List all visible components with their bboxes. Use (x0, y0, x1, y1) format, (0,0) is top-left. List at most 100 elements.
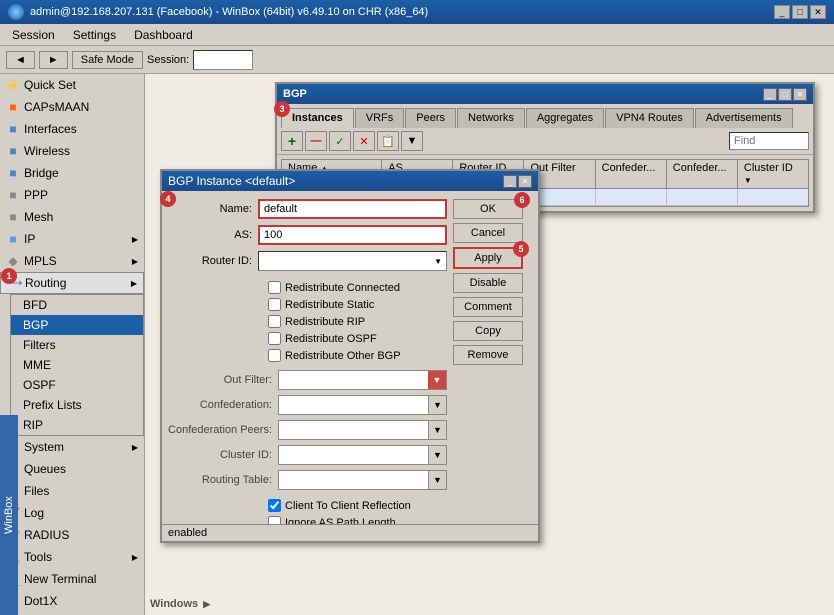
cancel-button[interactable]: ✕ (353, 131, 375, 151)
tab-vpn4-routes[interactable]: VPN4 Routes (605, 108, 694, 128)
submenu-filters[interactable]: Filters (11, 335, 143, 355)
checkboxes-section: Redistribute Connected Redistribute Stat… (168, 277, 447, 370)
disable-button[interactable]: Disable (453, 273, 523, 293)
sidebar-item-tools[interactable]: 🔧 Tools ▶ (0, 546, 144, 568)
sidebar-item-interfaces[interactable]: ■ Interfaces (0, 118, 144, 140)
tab-instances[interactable]: Instances 3 (281, 108, 354, 128)
add-button[interactable]: + (281, 131, 303, 151)
as-label: AS: (168, 229, 258, 241)
back-button[interactable]: ◄ (6, 51, 35, 69)
submenu-ospf[interactable]: OSPF (11, 375, 143, 395)
filter-button[interactable]: ▼ (401, 131, 423, 151)
sidebar-label-dot1x: Dot1X (24, 594, 57, 608)
confederation-label: Confederation: (168, 399, 278, 411)
menu-session[interactable]: Session (4, 26, 63, 44)
check-button[interactable]: ✓ (329, 131, 351, 151)
sidebar-item-mpls[interactable]: ◆ MPLS ▶ (0, 250, 144, 272)
sidebar-item-quick-set[interactable]: ⚡ Quick Set (0, 74, 144, 96)
close-button[interactable]: ✕ (810, 5, 826, 19)
tab-vrfs[interactable]: VRFs (355, 108, 405, 128)
sidebar-item-mesh[interactable]: ■ Mesh (0, 206, 144, 228)
out-filter-field: ▼ (278, 370, 447, 390)
as-input[interactable] (258, 225, 447, 245)
dialog-titlebar: BGP Instance <default> _ ✕ (162, 171, 538, 191)
copy-button[interactable]: 📋 (377, 131, 399, 151)
sidebar-label-tools: Tools (24, 550, 52, 564)
redist-connected-checkbox[interactable] (268, 281, 281, 294)
redist-rip-checkbox[interactable] (268, 315, 281, 328)
tab-aggregates[interactable]: Aggregates (526, 108, 604, 128)
sidebar-item-queues[interactable]: ■ Queues (0, 458, 144, 480)
comment-button[interactable]: Comment (453, 297, 523, 317)
capsman-icon: ■ (6, 100, 20, 114)
submenu-bfd[interactable]: BFD (11, 295, 143, 315)
submenu-bgp[interactable]: BGP (11, 315, 143, 335)
col-confed2[interactable]: Confeder... (667, 160, 738, 188)
apply-button[interactable]: Apply 5 (453, 247, 523, 269)
sidebar-item-dot1x[interactable]: ■ Dot1X (0, 590, 144, 612)
routing-submenu: BFD BGP Filters MME OSPF Prefix Lists RI… (10, 294, 144, 436)
routing-table-dropdown[interactable]: ▼ (428, 471, 446, 489)
sidebar-label-ip: IP (24, 232, 35, 246)
router-id-select[interactable]: ▼ (258, 251, 447, 271)
tab-peers[interactable]: Peers (405, 108, 456, 128)
out-filter-dropdown[interactable]: ▼ (428, 371, 446, 389)
remove-button[interactable]: — (305, 131, 327, 151)
sidebar-item-files[interactable]: 📁 Files (0, 480, 144, 502)
sidebar-item-bridge[interactable]: ■ Bridge (0, 162, 144, 184)
bgp-close-button[interactable]: ✕ (793, 88, 807, 101)
ok-button[interactable]: OK 6 (453, 199, 523, 219)
submenu-prefix-lists[interactable]: Prefix Lists (11, 395, 143, 415)
cancel-button[interactable]: Cancel (453, 223, 523, 243)
col-confed1[interactable]: Confeder... (596, 160, 667, 188)
name-input[interactable] (258, 199, 447, 219)
name-badge: 4 (160, 191, 176, 207)
confederation-dropdown[interactable]: ▼ (428, 396, 446, 414)
safe-mode-button[interactable]: Safe Mode (72, 51, 143, 69)
cluster-id-dropdown[interactable]: ▼ (428, 446, 446, 464)
menu-dashboard[interactable]: Dashboard (126, 26, 201, 44)
redist-static-checkbox[interactable] (268, 298, 281, 311)
dialog-minimize[interactable]: _ (503, 175, 517, 188)
tab-advertisements[interactable]: Advertisements (695, 108, 793, 128)
sidebar-item-ip[interactable]: ■ IP ▶ (0, 228, 144, 250)
confed-peers-dropdown[interactable]: ▼ (428, 421, 446, 439)
redist-other-bgp-checkbox[interactable] (268, 349, 281, 362)
redist-ospf-checkbox[interactable] (268, 332, 281, 345)
cell-confed2 (667, 189, 738, 205)
copy-button-dialog[interactable]: Copy (453, 321, 523, 341)
checkbox-redist-connected: Redistribute Connected (168, 281, 447, 294)
bridge-icon: ■ (6, 166, 20, 180)
ok-badge: 6 (514, 192, 530, 208)
sidebar-item-system[interactable]: ⚙ System ▶ (0, 436, 144, 458)
find-input[interactable] (729, 132, 809, 150)
sidebar-item-routing[interactable]: ⟶ Routing ▶ 1 (0, 272, 144, 294)
bgp-minimize-button[interactable]: _ (763, 88, 777, 101)
remove-button-dialog[interactable]: Remove (453, 345, 523, 365)
sidebar-item-log[interactable]: 📝 Log (0, 502, 144, 524)
tab-networks[interactable]: Networks (457, 108, 525, 128)
client-reflection-checkbox[interactable] (268, 499, 281, 512)
name-row: 4 Name: (168, 199, 447, 219)
session-input[interactable] (193, 50, 253, 70)
sidebar-label-system: System (24, 440, 64, 454)
menu-settings[interactable]: Settings (65, 26, 124, 44)
dialog-close[interactable]: ✕ (518, 175, 532, 188)
sidebar-item-ppp[interactable]: ■ PPP (0, 184, 144, 206)
forward-button[interactable]: ► (39, 51, 68, 69)
sidebar-item-wireless[interactable]: ■ Wireless (0, 140, 144, 162)
sidebar-label-files: Files (24, 484, 49, 498)
sidebar-label-new-terminal: New Terminal (24, 572, 96, 586)
sidebar-item-radius[interactable]: 🔐 RADIUS (0, 524, 144, 546)
sidebar-item-new-terminal[interactable]: 💻 New Terminal (0, 568, 144, 590)
bgp-maximize-button[interactable]: □ (778, 88, 792, 101)
sidebar-label-quick-set: Quick Set (24, 78, 76, 92)
routing-table-field: ▼ (278, 470, 447, 490)
minimize-button[interactable]: _ (774, 5, 790, 19)
submenu-rip[interactable]: RIP (11, 415, 143, 435)
col-cluster-id[interactable]: Cluster ID ▼ (738, 160, 808, 188)
submenu-mme[interactable]: MME (11, 355, 143, 375)
sidebar-item-capsman[interactable]: ■ CAPsMAAN (0, 96, 144, 118)
wireless-icon: ■ (6, 144, 20, 158)
maximize-button[interactable]: □ (792, 5, 808, 19)
